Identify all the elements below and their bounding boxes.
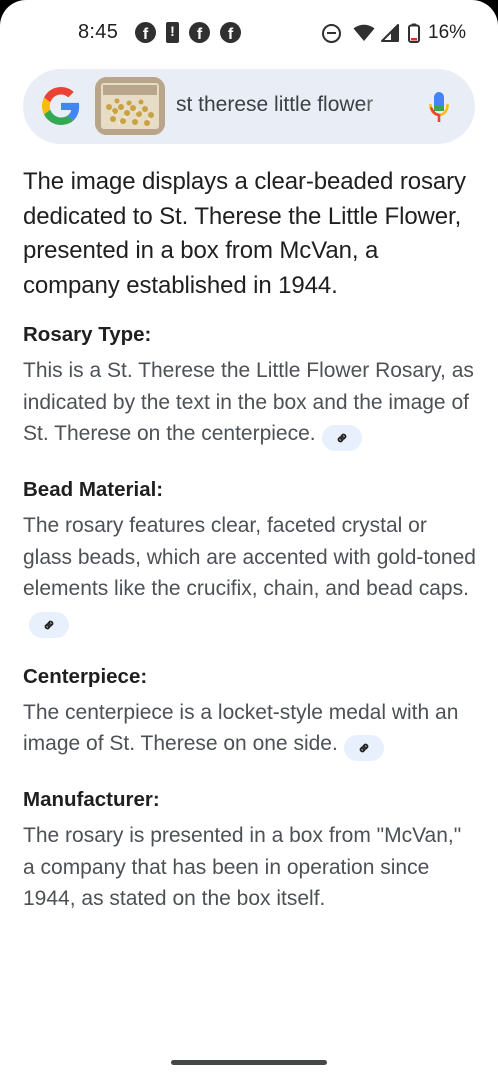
notification-icons: f f f <box>135 22 241 43</box>
google-logo[interactable] <box>42 87 80 125</box>
link-icon <box>337 433 346 443</box>
section-centerpiece: Centerpiece: The centerpiece is a locket… <box>23 662 478 761</box>
section-bead-material: Bead Material: The rosary features clear… <box>23 475 478 638</box>
section-body-text: This is a St. Therese the Little Flower … <box>23 359 474 445</box>
section-body-text: The centerpiece is a locket-style medal … <box>23 700 459 756</box>
battery-icon <box>408 23 420 43</box>
cell-signal-icon <box>381 24 399 42</box>
facebook-icon: f <box>135 22 156 43</box>
search-query[interactable]: st therese little flower <box>176 93 396 117</box>
section-body: The rosary is presented in a box from "M… <box>23 824 462 910</box>
home-indicator[interactable] <box>171 1060 327 1065</box>
do-not-disturb-icon <box>322 23 341 43</box>
screen: 8:45 f f f 16% <box>0 0 498 1080</box>
mic-icon[interactable] <box>429 91 449 123</box>
overview-summary: The image displays a clear-beaded rosary… <box>23 168 466 299</box>
section-title: Manufacturer: <box>23 788 160 811</box>
link-icon <box>44 620 54 629</box>
source-link-button[interactable] <box>321 425 362 451</box>
section-manufacturer: Manufacturer: The rosary is presented in… <box>23 785 478 915</box>
section-rosary-type: Rosary Type: This is a St. Therese the L… <box>23 320 478 451</box>
status-bar: 8:45 f f f 16% <box>0 0 498 64</box>
system-icons: 16% <box>322 22 466 44</box>
image-thumbnail[interactable] <box>95 77 165 135</box>
status-time: 8:45 <box>78 21 119 43</box>
section-title: Rosary Type: <box>23 323 152 346</box>
section-body-text: The rosary features clear, faceted cryst… <box>23 514 476 600</box>
alert-icon <box>166 22 179 43</box>
source-link-button[interactable] <box>29 611 69 638</box>
link-icon <box>359 743 369 753</box>
wifi-icon <box>353 24 375 41</box>
overview-content: The image displays a clear-beaded rosary… <box>23 165 478 915</box>
battery-percent: 16% <box>428 22 467 43</box>
source-link-button[interactable] <box>343 735 384 761</box>
facebook-messenger-icon: f <box>220 22 241 43</box>
section-title: Centerpiece: <box>23 664 148 688</box>
section-body: The centerpiece is a locket-style medal … <box>23 697 478 761</box>
section-body: This is a St. Therese the Little Flower … <box>23 355 478 451</box>
section-title: Bead Material: <box>23 478 164 501</box>
section-body: The rosary features clear, faceted cryst… <box>23 510 478 638</box>
facebook-icon: f <box>189 22 210 43</box>
search-bar[interactable]: st therese little flower <box>23 69 475 144</box>
